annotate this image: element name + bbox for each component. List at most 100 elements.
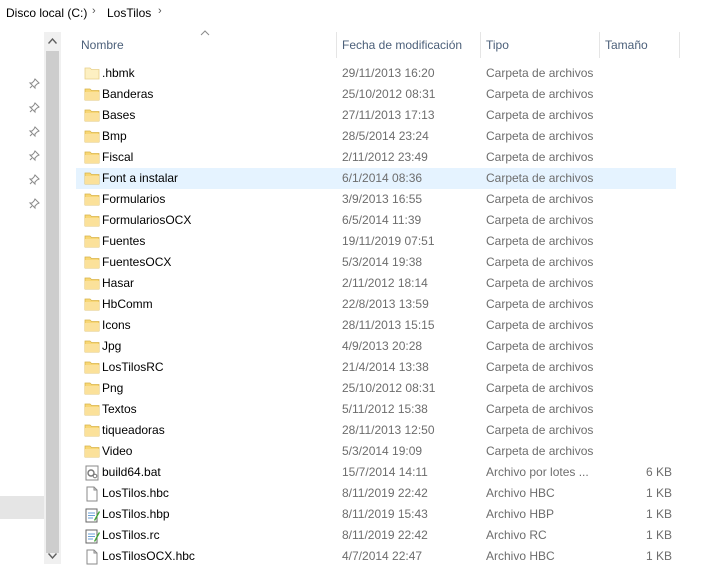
pin-icon[interactable]	[28, 150, 40, 162]
file-row[interactable]: Video 5/3/2014 19:09 Carpeta de archivos	[76, 441, 676, 462]
column-header-size[interactable]: Tamaño	[600, 32, 680, 58]
folder-icon	[84, 108, 100, 122]
file-date: 28/11/2013 12:50	[342, 423, 435, 437]
file-name: Icons	[102, 318, 131, 332]
file-name: Video	[102, 444, 133, 458]
file-size: 6 KB	[645, 465, 672, 479]
file-name: Fuentes	[102, 234, 146, 248]
file-row[interactable]: FormulariosOCX 6/5/2014 11:39 Carpeta de a…	[76, 210, 676, 231]
file-type: Carpeta de archivos	[486, 108, 594, 122]
folder-icon	[84, 318, 100, 332]
scroll-thumb[interactable]	[46, 51, 59, 553]
column-header-type[interactable]: Tipo	[481, 32, 599, 58]
file-row[interactable]: .hbmk 29/11/2013 16:20 Carpeta de archivos	[76, 63, 676, 84]
file-name: Png	[102, 381, 124, 395]
file-row[interactable]: LosTilosRC 21/4/2014 13:38 Carpeta de arch…	[76, 357, 676, 378]
file-type: Carpeta de archivos	[486, 318, 594, 332]
file-name: Fiscal	[102, 150, 134, 164]
file-row[interactable]: Icons 28/11/2013 15:15 Carpeta de archivos	[76, 315, 676, 336]
file-name: Bmp	[102, 129, 127, 143]
file-row[interactable]: Textos 5/11/2012 15:38 Carpeta de archivos	[76, 399, 676, 420]
pin-icon[interactable]	[28, 126, 40, 138]
breadcrumb-separator[interactable]: ›	[92, 5, 96, 17]
folder-icon	[84, 150, 100, 164]
file-date: 8/11/2019 15:43	[342, 507, 428, 521]
scroll-up-button[interactable]	[44, 32, 61, 49]
folder-icon	[84, 255, 100, 269]
file-date: 19/11/2019 07:51	[342, 234, 435, 248]
file-row[interactable]: Fiscal 2/11/2012 23:49 Carpeta de archivos	[76, 147, 676, 168]
file-type: Archivo por lotes ...	[486, 465, 589, 479]
file-row[interactable]: Hasar 2/11/2012 18:14 Carpeta de archivos	[76, 273, 676, 294]
column-header-date[interactable]: Fecha de modificación	[337, 32, 480, 58]
file-row[interactable]: LosTilos.hbp 8/11/2019 15:43 Archivo HBP 1 …	[76, 504, 676, 525]
file-date: 4/7/2014 22:47	[342, 549, 423, 563]
file-date: 5/3/2014 19:09	[342, 444, 423, 458]
file-row[interactable]: Bmp 28/5/2014 23:24 Carpeta de archivos	[76, 126, 676, 147]
file-date: 4/9/2013 20:28	[342, 339, 423, 353]
nav-selected-item[interactable]	[0, 496, 44, 519]
folder-icon	[84, 171, 100, 185]
pin-icon[interactable]	[28, 198, 40, 210]
notepad-file-icon	[84, 528, 100, 544]
file-type: Carpeta de archivos	[486, 402, 594, 416]
chevron-up-icon	[48, 37, 57, 44]
file-size: 1 KB	[645, 486, 672, 500]
file-row[interactable]: Font a instalar 6/1/2014 08:36 Carpeta de …	[76, 168, 676, 189]
file-date: 28/11/2013 15:15	[342, 318, 435, 332]
file-date: 21/4/2014 13:38	[342, 360, 429, 374]
file-row[interactable]: Fuentes 19/11/2019 07:51 Carpeta de archiv…	[76, 231, 676, 252]
file-size: 1 KB	[645, 528, 672, 542]
file-row[interactable]: Formularios 3/9/2013 16:55 Carpeta de arch…	[76, 189, 676, 210]
file-type: Archivo HBC	[486, 486, 555, 500]
file-row[interactable]: HbComm 22/8/2013 13:59 Carpeta de archivos	[76, 294, 676, 315]
file-name: LosTilos.hbc	[102, 486, 169, 500]
file-type: Carpeta de archivos	[486, 129, 594, 143]
file-type: Carpeta de archivos	[486, 213, 594, 227]
pin-icon[interactable]	[28, 174, 40, 186]
navigation-pane	[0, 26, 44, 576]
file-row[interactable]: FuentesOCX 5/3/2014 19:38 Carpeta de archi…	[76, 252, 676, 273]
file-name: Hasar	[102, 276, 135, 290]
vertical-scrollbar[interactable]	[44, 32, 61, 564]
pin-icon[interactable]	[28, 102, 40, 114]
breadcrumb-item-drive[interactable]: Disco local (C:)	[6, 6, 87, 20]
file-row[interactable]: Png 25/10/2012 08:31 Carpeta de archivos	[76, 378, 676, 399]
file-date: 15/7/2014 14:11	[342, 465, 428, 479]
file-size: 1 KB	[645, 507, 672, 521]
file-name: Font a instalar	[102, 171, 179, 185]
file-date: 22/8/2013 13:59	[342, 297, 429, 311]
file-row[interactable]: tiqueadoras 28/11/2013 12:50 Carpeta de ar…	[76, 420, 676, 441]
folder-icon	[84, 192, 100, 206]
pin-icon[interactable]	[28, 78, 40, 90]
file-type: Carpeta de archivos	[486, 297, 594, 311]
column-divider[interactable]	[679, 32, 680, 58]
column-header-name[interactable]: Nombre	[76, 32, 336, 58]
folder-icon	[84, 276, 100, 290]
file-row[interactable]: Banderas 25/10/2012 08:31 Carpeta de archi…	[76, 84, 676, 105]
scroll-down-button[interactable]	[44, 547, 61, 564]
file-row[interactable]: build64.bat 15/7/2014 14:11 Archivo por lo…	[76, 462, 676, 483]
column-header-row: Nombre Fecha de modificación Tipo Tamaño	[76, 30, 705, 58]
file-type: Carpeta de archivos	[486, 339, 594, 353]
file-type: Carpeta de archivos	[486, 444, 594, 458]
folder-icon	[84, 402, 100, 416]
file-date: 3/9/2013 16:55	[342, 192, 423, 206]
file-name: FormulariosOCX	[102, 213, 192, 227]
file-row[interactable]: Jpg 4/9/2013 20:28 Carpeta de archivos	[76, 336, 676, 357]
file-name: Bases	[102, 108, 136, 122]
file-type: Carpeta de archivos	[486, 255, 594, 269]
file-name: Textos	[102, 402, 137, 416]
file-row[interactable]: LosTilos.hbc 8/11/2019 22:42 Archivo HBC 1 …	[76, 483, 676, 504]
file-date: 27/11/2013 17:13	[342, 108, 435, 122]
breadcrumb-separator[interactable]: ›	[158, 5, 162, 17]
folder-icon	[84, 339, 100, 353]
file-type: Carpeta de archivos	[486, 87, 594, 101]
file-name: Banderas	[102, 87, 154, 101]
file-row[interactable]: LosTilos.rc 8/11/2019 22:42 Archivo RC 1 KB	[76, 525, 676, 546]
file-row[interactable]: Bases 27/11/2013 17:13 Carpeta de archivos	[76, 105, 676, 126]
folder-icon	[84, 213, 100, 227]
breadcrumb-item-folder[interactable]: LosTilos	[107, 6, 151, 20]
folder-icon	[84, 360, 100, 374]
file-row[interactable]: LosTilosOCX.hbc 4/7/2014 22:47 Archivo HBC…	[76, 546, 676, 567]
